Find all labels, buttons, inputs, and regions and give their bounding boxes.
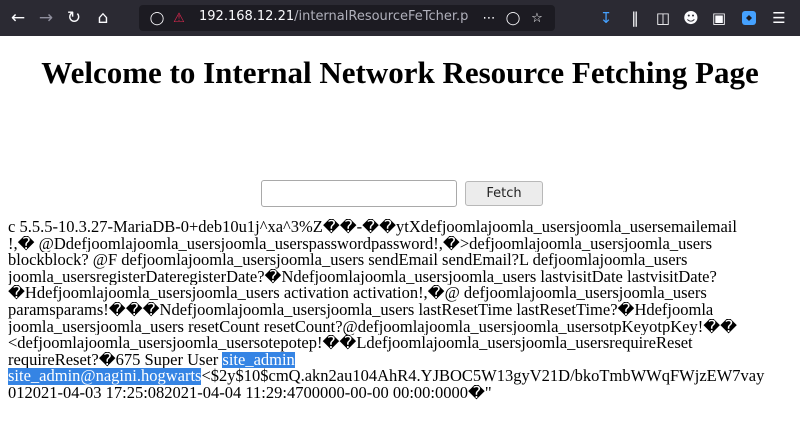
output-line: 012021-04-03 17:25:082021-04-04 11:29:47… [8,384,492,402]
output-line: site_admin@nagini.hogwarts<$2y$10$cmQ.ak… [8,368,800,385]
url-bar[interactable]: ◯ ⚠ 192.168.12.21/internalResourceFeTche… [139,5,555,31]
output-text: requireReset?�675 Super User [8,351,223,369]
browser-toolbar: ← → ↻ ⌂ ◯ ⚠ 192.168.12.21/internalResour… [0,0,800,36]
menu-icon[interactable]: ☰ [768,6,790,30]
output-line: paramsparams!���Ndefjoomlajoomla_usersjo… [8,301,714,319]
output-line: joomla_usersjoomla_users resetCount rese… [8,318,738,336]
output-line: <defjoomlajoomla_usersjoomla_usersotepot… [8,335,693,352]
download-icon[interactable]: ↧ [595,6,617,30]
selected-username[interactable]: site_admin [222,351,295,369]
fetch-button[interactable]: Fetch [465,181,543,206]
home-icon[interactable]: ⌂ [91,6,115,30]
sidebar-icon[interactable]: ◫ [652,6,674,30]
url-path: /internalResourceFeTcher.php?u [294,9,469,24]
resource-url-input[interactable] [261,180,457,207]
extension-glyph [742,11,756,25]
more-icon[interactable]: ⋯ [479,6,499,30]
output-line: !,� @Ddefjoomlajoomla_usersjoomla_usersp… [8,235,713,253]
page-title: Welcome to Internal Network Resource Fet… [41,55,759,90]
account-icon[interactable]: ☻ [680,6,702,30]
output-text: <$2y$10$cmQ.akn2au104AhR4.YJBOC5W13gyV21… [201,368,765,385]
extension-icon[interactable] [738,6,760,30]
output-line: �Hdefjoomlajoomla_usersjoomla_users acti… [8,285,707,302]
url-host: 192.168.12.21 [199,9,295,24]
fetch-output: c 5.5.5-10.3.27-MariaDB-0+deb10u1j^xa^3%… [8,219,800,402]
library-icon[interactable]: ‖ [624,6,646,30]
insecure-lock-icon[interactable]: ⚠ [169,6,189,30]
selected-email[interactable]: site_admin@nagini.hogwarts [8,368,202,385]
back-arrow-icon[interactable]: ← [6,6,30,30]
reload-icon[interactable]: ↻ [62,6,86,30]
pocket-icon[interactable]: ◯ [503,6,523,30]
forward-arrow-icon[interactable]: → [34,6,58,30]
shield-icon[interactable]: ◯ [147,6,167,30]
url-text[interactable]: 192.168.12.21/internalResourceFeTcher.ph… [199,9,469,24]
bookmark-star-icon[interactable]: ☆ [527,6,547,30]
output-line: c 5.5.5-10.3.27-MariaDB-0+deb10u1j^xa^3%… [8,219,737,236]
output-line: blockblock? @F defjoomlajoomla_usersjoom… [8,252,688,269]
container-icon[interactable]: ▣ [708,6,730,30]
output-line: joomla_usersregisterDateregisterDate?�Nd… [8,268,717,286]
output-line: requireReset?�675 Super User site_admin [8,351,800,369]
